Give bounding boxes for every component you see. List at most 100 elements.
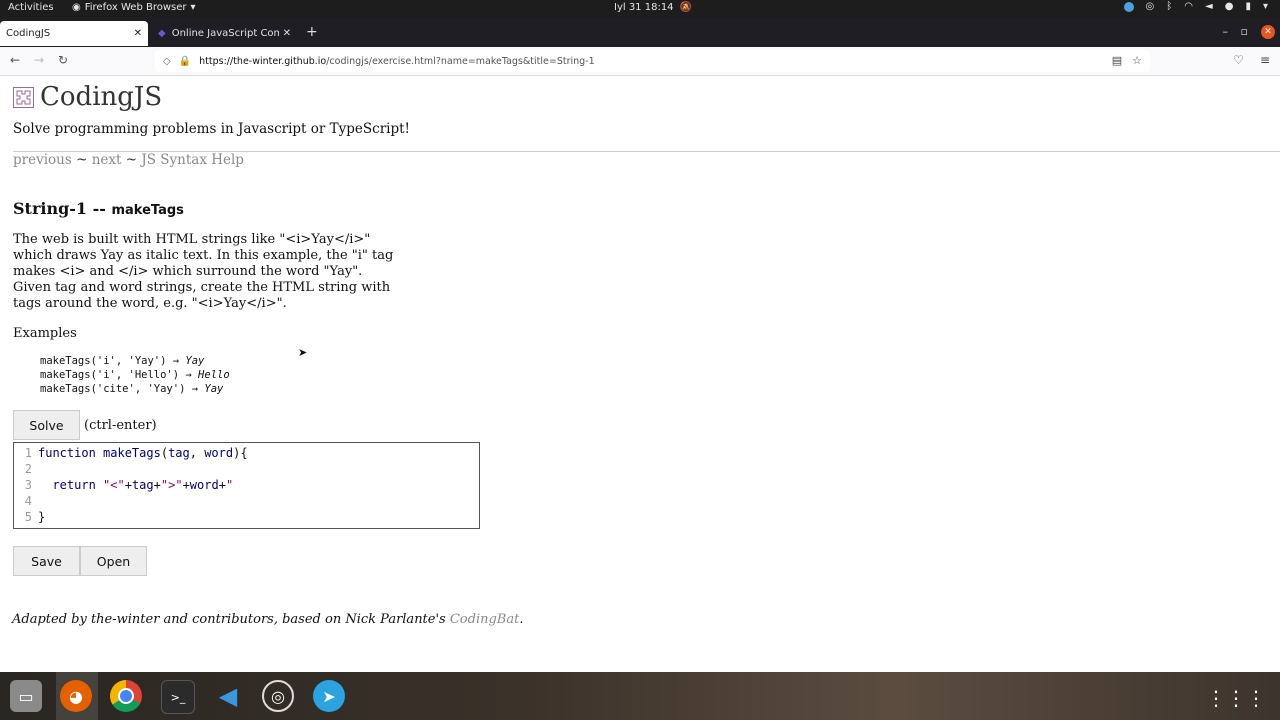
puzzle-logo-icon [13, 86, 34, 108]
notifications-off-icon: 🔕 [679, 2, 692, 13]
terminal-icon[interactable]: >_ [161, 680, 195, 714]
code-editor[interactable]: 1 function makeTags(tag, word){ 2 3 retur… [13, 442, 480, 529]
mic-icon[interactable]: ● [1225, 1, 1234, 12]
description-line: Given tag and word strings, create the H… [13, 280, 391, 295]
separator: ~ [121, 152, 142, 168]
code-punct: ( [160, 446, 169, 460]
problem-nav: previous ~ next ~ JS Syntax Help [13, 152, 244, 168]
power-menu-icon[interactable]: ▾ [1263, 1, 1268, 12]
description-line: The web is built with HTML strings like … [13, 232, 371, 247]
forward-icon[interactable]: → [34, 53, 44, 67]
firefox-icon[interactable]: ◕ [60, 680, 92, 712]
close-tab-icon[interactable]: ✕ [134, 28, 142, 39]
pocket-icon[interactable]: ♡ [1233, 53, 1244, 67]
vscode-icon[interactable]: ◀ [212, 680, 244, 712]
code-param: tag [168, 446, 190, 460]
url-bar[interactable]: ◇ 🔒 https://the-winter.github.io/codingj… [155, 50, 1150, 72]
description-line: which draws Yay as italic text. In this … [13, 248, 394, 263]
code-function-name: makeTags [103, 446, 161, 460]
code-punct: } [38, 510, 46, 524]
tagline: Solve programming problems in Javascript… [13, 121, 410, 137]
tab-title: CodingJS [6, 28, 51, 39]
footer-text: Adapted by the-winter and contributors, … [12, 612, 450, 627]
battery-icon[interactable]: ▮ [1245, 1, 1251, 12]
back-icon[interactable]: ← [10, 53, 20, 67]
code-string: " [225, 478, 234, 492]
reload-icon[interactable]: ↻ [58, 53, 68, 67]
codingbat-link[interactable]: CodingBat [450, 612, 519, 627]
bluetooth-icon[interactable]: ᛒ [1166, 1, 1172, 12]
example-result: Yay [204, 383, 224, 395]
code-operator: + [218, 478, 226, 492]
code-param: word [204, 446, 234, 460]
clock[interactable]: Iyl 31 18:14 🔕 [614, 2, 692, 13]
line-number: 2 [24, 462, 32, 476]
activities-button[interactable]: Activities [8, 2, 54, 13]
example-result: Hello [198, 369, 230, 381]
bookmark-star-icon[interactable]: ☆ [1132, 54, 1142, 67]
app-menu[interactable]: ◉ Firefox Web Browser ▾ [72, 2, 196, 13]
chevron-down-icon: ▾ [190, 2, 196, 13]
new-tab-button[interactable]: + [306, 24, 318, 40]
example-call: makeTags('i', 'Yay') → [40, 355, 186, 367]
minimize-button[interactable]: – [1223, 25, 1229, 38]
shield-icon[interactable]: ◇ [163, 56, 171, 67]
close-tab-icon[interactable]: ✕ [283, 28, 291, 39]
problem-group: String-1 -- [13, 199, 112, 218]
description-line: tags around the word, e.g. "<i>Yay</i>". [13, 296, 287, 311]
line-number: 5 [24, 510, 32, 524]
open-button[interactable]: Open [80, 546, 147, 576]
code-identifier: tag [131, 478, 154, 492]
system-top-bar: Activities ◉ Firefox Web Browser ▾ Iyl 3… [0, 0, 1280, 18]
examples-heading: Examples [13, 326, 77, 341]
tab-codingjs[interactable]: CodingJS ✕ [0, 21, 148, 46]
window-close-button[interactable]: ✕ [1261, 25, 1275, 39]
previous-link[interactable]: previous [13, 152, 72, 168]
footer-end: . [519, 612, 524, 627]
example-row: makeTags('i', 'Yay') → Yay [40, 354, 230, 368]
line-number: 3 [24, 478, 32, 492]
lock-icon[interactable]: 🔒 [179, 56, 191, 67]
volume-icon[interactable]: ◄ [1205, 1, 1213, 12]
dock: ▭ ◕ >_ ◀ ◎ ➤ ⋮⋮⋮ [0, 672, 1280, 720]
obs-tray-icon[interactable]: ◎ [1146, 1, 1155, 12]
save-button[interactable]: Save [13, 546, 80, 576]
telegram-tray-icon[interactable] [1123, 1, 1134, 12]
example-row: makeTags('i', 'Hello') → Hello [40, 368, 230, 382]
tab-strip: CodingJS ✕ ◆ Online JavaScript Compil ✕ … [0, 18, 1280, 47]
example-call: makeTags('i', 'Hello') → [40, 369, 199, 381]
solve-button[interactable]: Solve [13, 410, 80, 440]
wifi-icon[interactable]: ◠ [1184, 1, 1193, 12]
footer: Adapted by the-winter and contributors, … [12, 612, 523, 627]
example-row: makeTags('cite', 'Yay') → Yay [40, 382, 230, 396]
next-link[interactable]: next [92, 152, 122, 168]
code-operator: + [124, 478, 132, 492]
show-applications-icon[interactable]: ⋮⋮⋮ [1206, 686, 1266, 710]
code-punct: , [189, 446, 205, 460]
tab-favicon-icon: ◆ [158, 28, 166, 39]
example-call: makeTags('cite', 'Yay') → [40, 383, 205, 395]
code-keyword: function [38, 446, 104, 460]
obs-icon[interactable]: ◎ [262, 680, 294, 712]
hamburger-menu-icon[interactable]: ≡ [1260, 53, 1270, 67]
code-identifier: word [189, 478, 219, 492]
code-operator: + [182, 478, 190, 492]
telegram-icon[interactable]: ➤ [313, 680, 345, 712]
separator: ~ [71, 152, 92, 168]
tab-online-js-compiler[interactable]: ◆ Online JavaScript Compil ✕ [152, 21, 297, 46]
line-number: 4 [24, 494, 32, 508]
app-menu-label: Firefox Web Browser [84, 2, 187, 13]
syntax-help-link[interactable]: JS Syntax Help [141, 152, 244, 168]
files-icon[interactable]: ▭ [10, 680, 42, 712]
site-title: CodingJS [40, 82, 163, 112]
clock-label: Iyl 31 18:14 [614, 2, 674, 13]
example-result: Yay [185, 355, 205, 367]
maximize-button[interactable]: ▫ [1241, 25, 1248, 38]
problem-description: The web is built with HTML strings like … [13, 232, 433, 312]
navigation-bar: ← → ↻ ◇ 🔒 https://the-winter.github.io/c… [0, 47, 1280, 76]
reader-view-icon[interactable]: ▤ [1112, 54, 1122, 67]
code-line: 2 [14, 461, 38, 477]
code-line: 1 function makeTags(tag, word){ [14, 445, 248, 461]
chrome-icon[interactable] [110, 680, 142, 712]
system-tray[interactable]: ◎ ᛒ ◠ ◄ ● ▮ ▾ [1123, 1, 1268, 12]
